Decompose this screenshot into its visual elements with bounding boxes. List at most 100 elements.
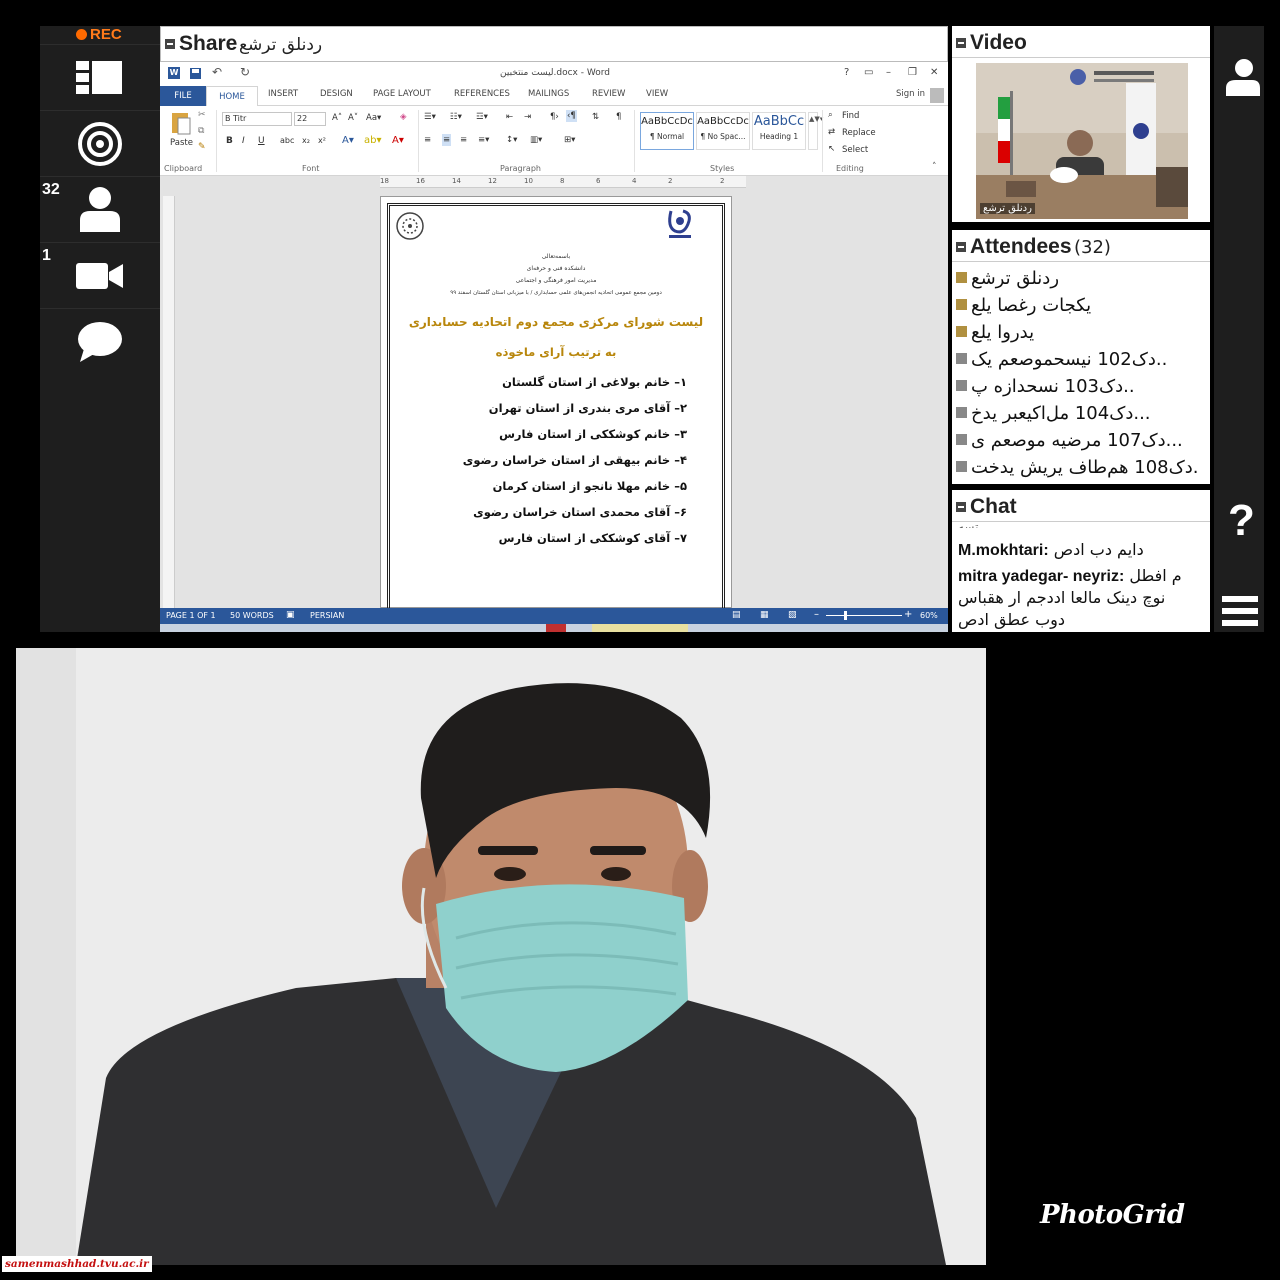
help-question-icon[interactable]: ? <box>1228 496 1255 546</box>
document-page[interactable]: باسمه‌تعالی دانشکده فنی و حرفه‌ای مدیریت… <box>380 196 732 609</box>
attendee-row[interactable]: دک104 مل‌اکیعبر یدخ... <box>956 403 1206 430</box>
sort-icon[interactable]: ⇅ <box>592 112 599 122</box>
strikethrough-icon[interactable]: abc <box>280 136 294 145</box>
shading-icon[interactable]: ▥▾ <box>530 135 542 145</box>
zoom-out-icon[interactable]: – <box>814 609 819 620</box>
web-layout-icon[interactable]: ▧ <box>788 610 797 620</box>
undo-icon[interactable]: ↶ <box>212 65 222 79</box>
attendees-button[interactable]: 32 <box>40 176 160 242</box>
status-page[interactable]: PAGE 1 OF 1 <box>166 611 216 620</box>
replace-button[interactable]: Replace <box>842 128 876 138</box>
layout-button[interactable] <box>40 44 160 110</box>
italic-icon[interactable]: I <box>242 136 245 146</box>
attendee-row[interactable]: یکجات رغصا یلع <box>956 295 1206 322</box>
pod-menu-icon[interactable] <box>165 39 175 49</box>
zoom-slider[interactable] <box>826 615 902 616</box>
pod-menu-icon[interactable] <box>956 38 966 48</box>
tab-review[interactable]: REVIEW <box>592 89 625 99</box>
paste-button[interactable]: Paste <box>170 138 193 148</box>
status-language[interactable]: PERSIAN <box>310 611 344 620</box>
attendee-row[interactable]: دک103 نسحدازه پ.. <box>956 376 1206 403</box>
borders-icon[interactable]: ⊞▾ <box>564 135 575 145</box>
bold-icon[interactable]: B <box>226 136 233 146</box>
attendee-row[interactable]: یدروا یلع <box>956 322 1206 349</box>
styles-scroll-icon[interactable]: ▲▼▾ <box>808 112 823 150</box>
sign-in-link[interactable]: Sign in <box>896 89 925 99</box>
pod-menu-icon[interactable] <box>956 242 966 252</box>
tab-insert[interactable]: INSERT <box>268 89 298 99</box>
paste-icon[interactable] <box>170 110 192 136</box>
taskbar-app-icon[interactable] <box>592 624 688 632</box>
camera-button[interactable]: 1 <box>40 242 160 308</box>
attendee-row[interactable]: دک102 نیسحموصعم یک.. <box>956 349 1206 376</box>
justify-icon[interactable]: ≡▾ <box>478 135 489 145</box>
taskbar-app-icon[interactable] <box>546 624 566 632</box>
attendee-row[interactable]: دک108 هم‌طاف یریش یدخت. <box>956 457 1206 484</box>
style-normal[interactable]: AaBbCcDc ¶ Normal <box>640 112 694 150</box>
ltr-icon[interactable]: ¶› <box>550 112 559 122</box>
align-left-icon[interactable]: ≡ <box>424 135 431 145</box>
tab-view[interactable]: VIEW <box>646 89 668 99</box>
superscript-icon[interactable]: x² <box>318 136 326 145</box>
zoom-in-icon[interactable]: + <box>904 609 912 620</box>
collapse-ribbon-icon[interactable]: ˄ <box>932 162 937 172</box>
underline-icon[interactable]: U <box>258 136 265 146</box>
profile-icon[interactable] <box>1220 56 1260 96</box>
attendee-row[interactable]: ردنلق ترشع <box>956 268 1206 295</box>
status-zoom[interactable]: 60% <box>920 611 938 620</box>
tab-references[interactable]: REFERENCES <box>454 89 510 99</box>
align-center-icon[interactable]: ≡ <box>442 134 452 146</box>
show-marks-icon[interactable]: ¶ <box>616 112 621 122</box>
tab-design[interactable]: DESIGN <box>320 89 353 99</box>
ribbon-display-icon[interactable]: ▭ <box>864 67 873 78</box>
tab-home[interactable]: HOME <box>206 86 258 107</box>
numbering-icon[interactable]: ☷▾ <box>450 112 462 122</box>
read-mode-icon[interactable]: ▤ <box>732 610 741 620</box>
change-case-icon[interactable]: Aa▾ <box>366 113 381 123</box>
zoom-slider-thumb[interactable] <box>844 611 847 620</box>
subscript-icon[interactable]: x₂ <box>302 136 310 145</box>
chat-button[interactable] <box>40 308 160 374</box>
save-icon[interactable] <box>190 68 201 79</box>
find-button[interactable]: Find <box>842 111 859 121</box>
close-icon[interactable]: ✕ <box>930 67 938 78</box>
video-feed[interactable]: ردنلق ترشع <box>976 63 1188 219</box>
pod-menu-icon[interactable] <box>956 502 966 512</box>
share-button[interactable] <box>40 110 160 176</box>
grow-font-icon[interactable]: A˄ <box>332 113 342 123</box>
line-spacing-icon[interactable]: ↕▾ <box>506 135 517 145</box>
restore-icon[interactable]: ❐ <box>908 67 917 78</box>
select-button[interactable]: Select <box>842 145 868 155</box>
style-no-spacing[interactable]: AaBbCcDc ¶ No Spac... <box>696 112 750 150</box>
user-avatar-icon[interactable] <box>930 88 944 103</box>
style-heading-1[interactable]: AaBbCc Heading 1 <box>752 112 806 150</box>
print-layout-icon[interactable]: ▦ <box>760 610 769 620</box>
proofing-icon[interactable]: ▣ <box>286 610 295 620</box>
tab-file[interactable]: FILE <box>160 86 206 106</box>
font-name-box[interactable]: B Titr <box>222 112 292 126</box>
bullets-icon[interactable]: ☰▾ <box>424 112 436 122</box>
tab-page-layout[interactable]: PAGE LAYOUT <box>373 89 431 99</box>
increase-indent-icon[interactable]: ⇥ <box>524 112 531 122</box>
align-right-icon[interactable]: ≡ <box>460 135 467 145</box>
text-effects-icon[interactable]: A▾ <box>342 135 354 146</box>
cut-icon[interactable]: ✂ <box>198 110 206 120</box>
word-window: W ↶ ↻ لیست منتخبین.docx - Word ? ▭ – ❐ ✕… <box>160 62 948 632</box>
copy-icon[interactable]: ⧉ <box>198 126 204 136</box>
format-painter-icon[interactable]: ✎ <box>198 142 206 152</box>
decrease-indent-icon[interactable]: ⇤ <box>506 112 513 122</box>
clear-formatting-icon[interactable]: ◈ <box>400 112 407 122</box>
rtl-icon[interactable]: ‹¶ <box>566 110 577 122</box>
font-size-box[interactable]: 22 <box>294 112 326 126</box>
redo-icon[interactable]: ↻ <box>240 65 250 79</box>
font-color-icon[interactable]: A▾ <box>392 135 404 146</box>
highlight-icon[interactable]: ab▾ <box>364 135 382 146</box>
multilevel-list-icon[interactable]: ☲▾ <box>476 112 488 122</box>
status-words[interactable]: 50 WORDS <box>230 611 274 620</box>
tab-mailings[interactable]: MAILINGS <box>528 89 569 99</box>
minimize-icon[interactable]: – <box>886 67 891 78</box>
help-icon[interactable]: ? <box>844 67 849 78</box>
shrink-font-icon[interactable]: A˅ <box>348 113 358 123</box>
menu-icon[interactable] <box>1222 592 1262 628</box>
attendee-row[interactable]: دک107 مرضیه موصعم ی... <box>956 430 1206 457</box>
